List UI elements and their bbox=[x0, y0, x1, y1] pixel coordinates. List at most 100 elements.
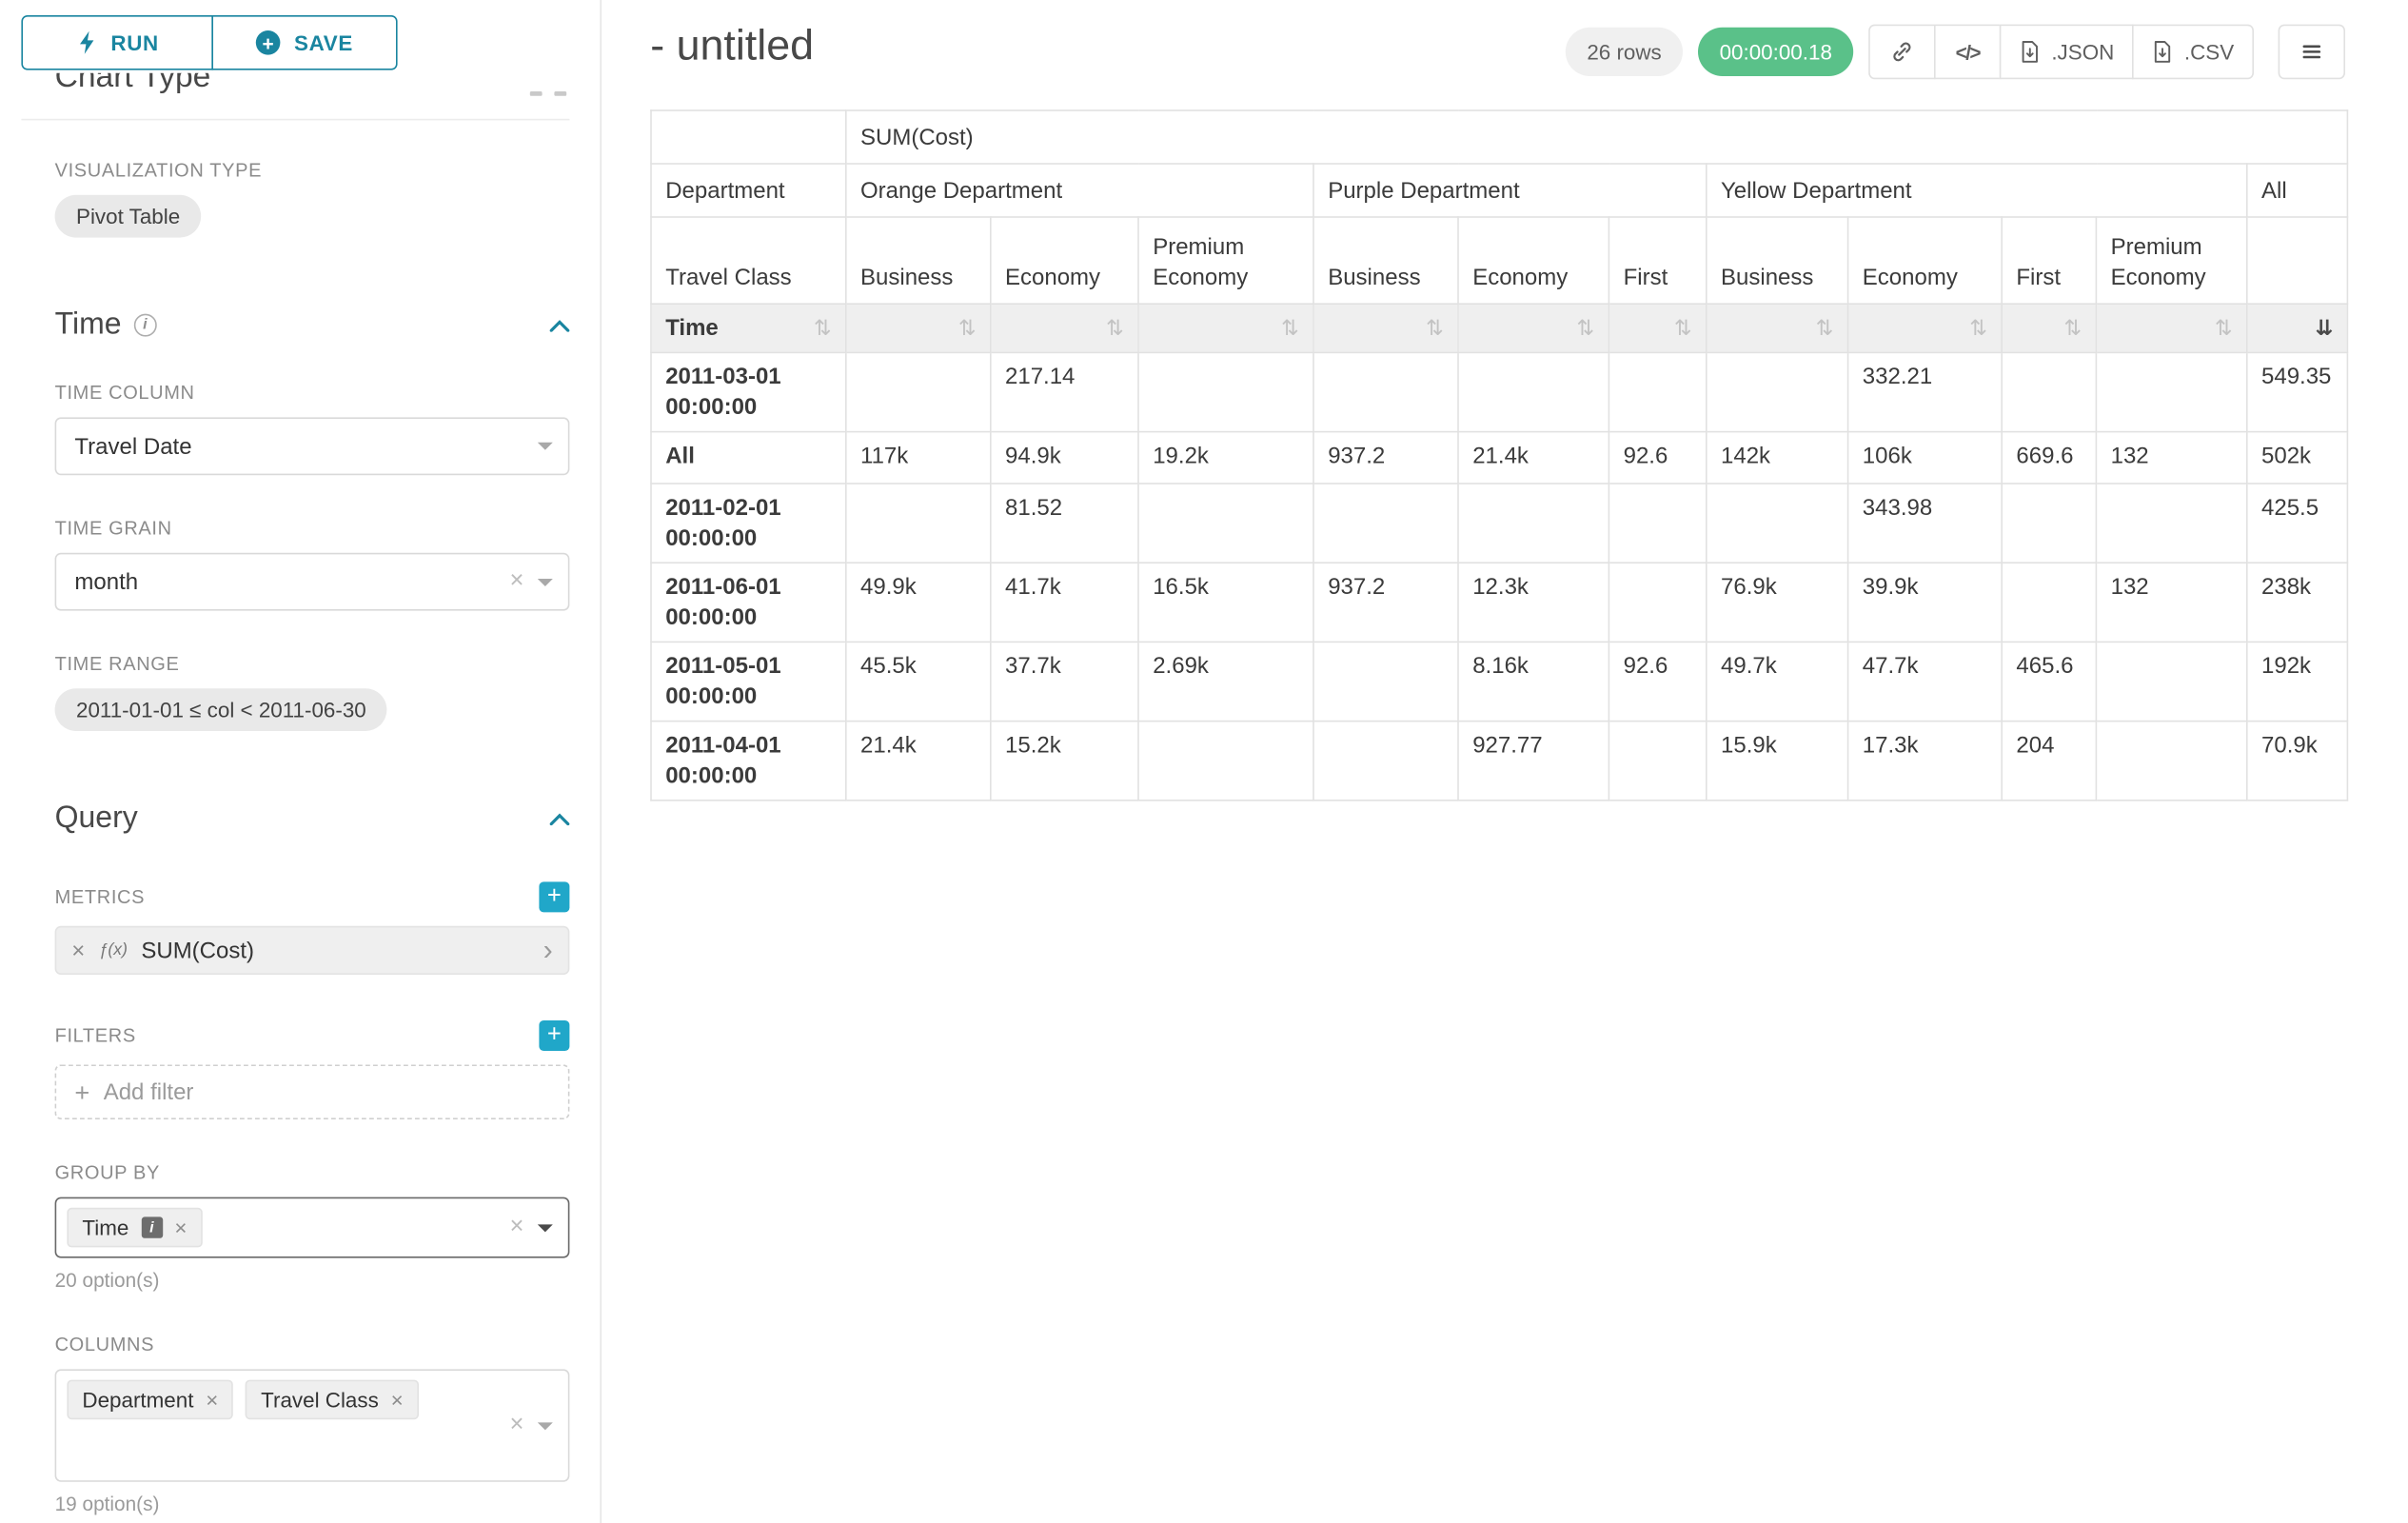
pivot-sort-cell: ⇅ bbox=[1707, 304, 1848, 352]
pivot-value-cell bbox=[1707, 352, 1848, 431]
pivot-metric-header: SUM(Cost) bbox=[846, 110, 2348, 164]
pivot-value-cell bbox=[1138, 484, 1313, 563]
pivot-value-cell: 39.9k bbox=[1848, 563, 2003, 642]
pivot-value-cell: 8.16k bbox=[1458, 642, 1609, 721]
sort-toggle-icon[interactable]: ⇅ bbox=[2063, 316, 2082, 340]
download-csv-button[interactable]: .CSV bbox=[2133, 25, 2255, 80]
add-filter-button[interactable]: + Add filter bbox=[55, 1064, 570, 1119]
chart-type-section-header[interactable]: Chart Type bbox=[55, 73, 570, 109]
pivot-value-cell bbox=[1313, 352, 1458, 431]
hamburger-menu-icon bbox=[2299, 40, 2324, 65]
chevron-up-icon[interactable] bbox=[550, 319, 570, 331]
column-info-icon[interactable]: i bbox=[141, 1216, 162, 1237]
add-filter-plus-button[interactable]: + bbox=[539, 1020, 569, 1051]
sort-toggle-icon[interactable]: ⇅ bbox=[1969, 316, 1987, 340]
time-section-title: Time bbox=[55, 307, 122, 343]
pivot-value-cell bbox=[846, 352, 991, 431]
pivot-value-cell: 17.3k bbox=[1848, 722, 2003, 801]
pivot-value-cell bbox=[1609, 352, 1706, 431]
sort-toggle-icon[interactable]: ⇅ bbox=[1576, 316, 1594, 340]
time-section-header[interactable]: Time i bbox=[55, 307, 570, 343]
sort-toggle-icon[interactable]: ⇅ bbox=[1106, 316, 1124, 340]
pivot-col-dimension-label: Department bbox=[651, 164, 846, 217]
pivot-value-cell: 15.2k bbox=[991, 722, 1138, 801]
clear-icon[interactable]: × bbox=[509, 569, 523, 594]
column-tag: Department× bbox=[67, 1380, 233, 1420]
metric-name: SUM(Cost) bbox=[141, 938, 254, 963]
download-file-icon bbox=[2020, 40, 2041, 65]
filters-label: FILTERS bbox=[55, 1025, 136, 1046]
pivot-value-cell bbox=[1458, 484, 1609, 563]
pivot-value-cell: 76.9k bbox=[1707, 563, 1848, 642]
pivot-value-cell: 92.6 bbox=[1609, 642, 1706, 721]
pivot-group-header: All bbox=[2247, 164, 2348, 217]
pivot-class-header: Economy bbox=[1458, 217, 1609, 304]
time-grain-select[interactable]: month × bbox=[55, 553, 570, 611]
visualization-type-value[interactable]: Pivot Table bbox=[55, 195, 202, 238]
sort-toggle-icon[interactable]: ⇅ bbox=[1816, 316, 1834, 340]
column-tag: Travel Class× bbox=[246, 1380, 419, 1420]
pivot-group-header: Yellow Department bbox=[1707, 164, 2247, 217]
columns-select[interactable]: Department× Travel Class× × bbox=[55, 1369, 570, 1481]
pivot-value-cell: 70.9k bbox=[2247, 722, 2348, 801]
pivot-class-header: Economy bbox=[1848, 217, 2003, 304]
sort-toggle-icon[interactable]: ⇅ bbox=[814, 316, 832, 340]
pivot-sort-cell: ⇅ bbox=[846, 304, 991, 352]
metric-item[interactable]: × ƒ(x) SUM(Cost) › bbox=[55, 926, 570, 975]
pivot-value-cell bbox=[2096, 722, 2246, 801]
pivot-value-cell: 49.7k bbox=[1707, 642, 1848, 721]
query-section-header[interactable]: Query bbox=[55, 801, 570, 837]
pivot-sort-cell: ⇊ bbox=[2247, 304, 2348, 352]
group-by-label: GROUP BY bbox=[55, 1162, 570, 1183]
pivot-value-cell: 343.98 bbox=[1848, 484, 2003, 563]
chevron-right-icon[interactable]: › bbox=[543, 936, 553, 964]
chevron-up-icon[interactable] bbox=[550, 813, 570, 825]
run-save-button-group: RUN + SAVE bbox=[21, 15, 569, 70]
sort-toggle-icon[interactable]: ⇅ bbox=[1281, 316, 1299, 340]
sort-toggle-icon[interactable]: ⇅ bbox=[1674, 316, 1692, 340]
pivot-sort-cell: ⇅ bbox=[2002, 304, 2096, 352]
pivot-sort-cell: ⇅ bbox=[2096, 304, 2246, 352]
sort-toggle-icon[interactable]: ⇅ bbox=[1426, 316, 1444, 340]
time-column-label: TIME COLUMN bbox=[55, 383, 570, 404]
columns-options-hint: 19 option(s) bbox=[55, 1493, 570, 1515]
pivot-value-cell: 106k bbox=[1848, 432, 2003, 484]
pivot-class-dimension-label: Travel Class bbox=[651, 217, 846, 304]
pivot-sort-cell: ⇅ bbox=[1848, 304, 2003, 352]
clear-icon[interactable]: × bbox=[509, 1414, 523, 1438]
pivot-value-cell: 132 bbox=[2096, 563, 2246, 642]
chart-title: - untitled bbox=[650, 21, 814, 69]
remove-tag-icon[interactable]: × bbox=[206, 1389, 218, 1410]
remove-tag-icon[interactable]: × bbox=[391, 1389, 404, 1410]
sort-toggle-icon[interactable]: ⇅ bbox=[2215, 316, 2233, 340]
sort-toggle-icon[interactable]: ⇅ bbox=[958, 316, 977, 340]
pivot-value-cell: 12.3k bbox=[1458, 563, 1609, 642]
lightning-icon bbox=[76, 30, 97, 55]
time-column-value: Travel Date bbox=[74, 433, 191, 459]
remove-metric-icon[interactable]: × bbox=[71, 939, 85, 961]
menu-button[interactable] bbox=[2279, 25, 2345, 80]
remove-tag-icon[interactable]: × bbox=[174, 1216, 187, 1237]
pivot-sort-cell: ⇅ bbox=[991, 304, 1138, 352]
time-column-select[interactable]: Travel Date bbox=[55, 417, 570, 475]
pivot-value-cell bbox=[1313, 642, 1458, 721]
chart-header-controls: 26 rows 00:00:00.18 </> bbox=[1566, 25, 2345, 80]
embed-code-button[interactable]: </> bbox=[1934, 25, 2001, 80]
download-json-button[interactable]: .JSON bbox=[2000, 25, 2134, 80]
plus-icon: + bbox=[74, 1079, 89, 1105]
download-file-icon bbox=[2152, 40, 2173, 65]
add-metric-button[interactable]: + bbox=[539, 881, 569, 912]
pivot-value-cell: 94.9k bbox=[991, 432, 1138, 484]
copy-link-button[interactable] bbox=[1868, 25, 1935, 80]
group-by-select[interactable]: Time i × × bbox=[55, 1197, 570, 1258]
save-button[interactable]: + SAVE bbox=[211, 15, 397, 70]
pivot-class-header bbox=[2247, 217, 2348, 304]
time-range-value[interactable]: 2011-01-01 ≤ col < 2011-06-30 bbox=[55, 688, 388, 731]
run-button[interactable]: RUN bbox=[21, 15, 213, 70]
chart-type-heading: Chart Type bbox=[55, 73, 211, 107]
pivot-data-row: 2011-03-01 00:00:00217.14332.21549.35 bbox=[651, 352, 2347, 431]
pivot-value-cell: 937.2 bbox=[1313, 432, 1458, 484]
clear-icon[interactable]: × bbox=[509, 1216, 523, 1240]
pivot-value-cell bbox=[1609, 563, 1706, 642]
sort-desc-active-icon[interactable]: ⇊ bbox=[2315, 316, 2333, 340]
